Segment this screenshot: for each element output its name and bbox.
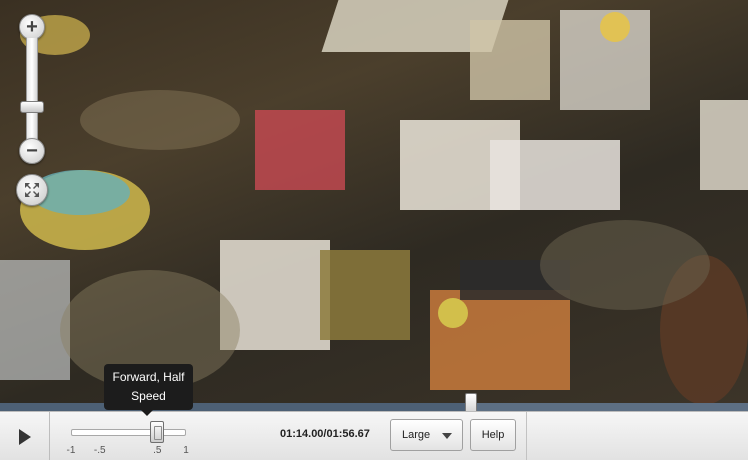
help-button[interactable]: Help bbox=[470, 419, 516, 451]
ground-light bbox=[540, 220, 710, 310]
ground-light bbox=[80, 90, 240, 150]
player-size-select[interactable]: Large bbox=[390, 419, 463, 451]
player-size-selected: Large bbox=[402, 429, 431, 441]
speed-tick-label: -.5 bbox=[93, 445, 106, 456]
video-panorama[interactable]: + − bbox=[0, 0, 748, 404]
zoom-in-button[interactable]: + bbox=[19, 14, 45, 40]
speed-slider-handle[interactable] bbox=[150, 421, 165, 443]
playback-progress-fill bbox=[0, 403, 472, 411]
play-icon bbox=[18, 428, 31, 445]
building-block bbox=[490, 140, 620, 210]
building-block bbox=[470, 20, 550, 100]
speed-tooltip-line: Speed bbox=[131, 389, 166, 403]
speed-tooltip-line: Forward, Half bbox=[112, 370, 185, 384]
speed-tooltip: Forward, Half Speed bbox=[104, 364, 193, 410]
time-display: 01:14.00/01:56.67 bbox=[280, 428, 370, 440]
speed-tick-label: .5 bbox=[153, 445, 162, 456]
speed-tooltip-arrow bbox=[140, 409, 154, 416]
control-bar: -1 -.5 .5 1 01:14.00/01:56.67 Large Help bbox=[0, 411, 748, 460]
minus-icon: − bbox=[26, 140, 38, 162]
speed-tick-label: 1 bbox=[183, 445, 189, 456]
building-block bbox=[0, 260, 70, 380]
fit-to-screen-icon bbox=[25, 183, 39, 197]
plus-icon: + bbox=[26, 16, 38, 38]
speed-tick-label: -1 bbox=[66, 445, 76, 456]
play-button[interactable] bbox=[0, 412, 50, 460]
zoom-slider-handle[interactable] bbox=[20, 101, 44, 113]
building-block bbox=[320, 250, 410, 340]
zoom-out-button[interactable]: − bbox=[19, 138, 45, 164]
divider bbox=[526, 412, 527, 460]
ball-decoration bbox=[438, 298, 468, 328]
speed-slider-track[interactable] bbox=[71, 429, 186, 436]
building-block bbox=[255, 110, 345, 190]
chevron-down-icon bbox=[442, 433, 452, 439]
ball-decoration bbox=[600, 12, 630, 42]
help-button-label: Help bbox=[481, 429, 505, 441]
building-block bbox=[700, 100, 748, 190]
zoom-slider-track[interactable] bbox=[26, 38, 38, 140]
fit-to-screen-button[interactable] bbox=[16, 174, 48, 206]
